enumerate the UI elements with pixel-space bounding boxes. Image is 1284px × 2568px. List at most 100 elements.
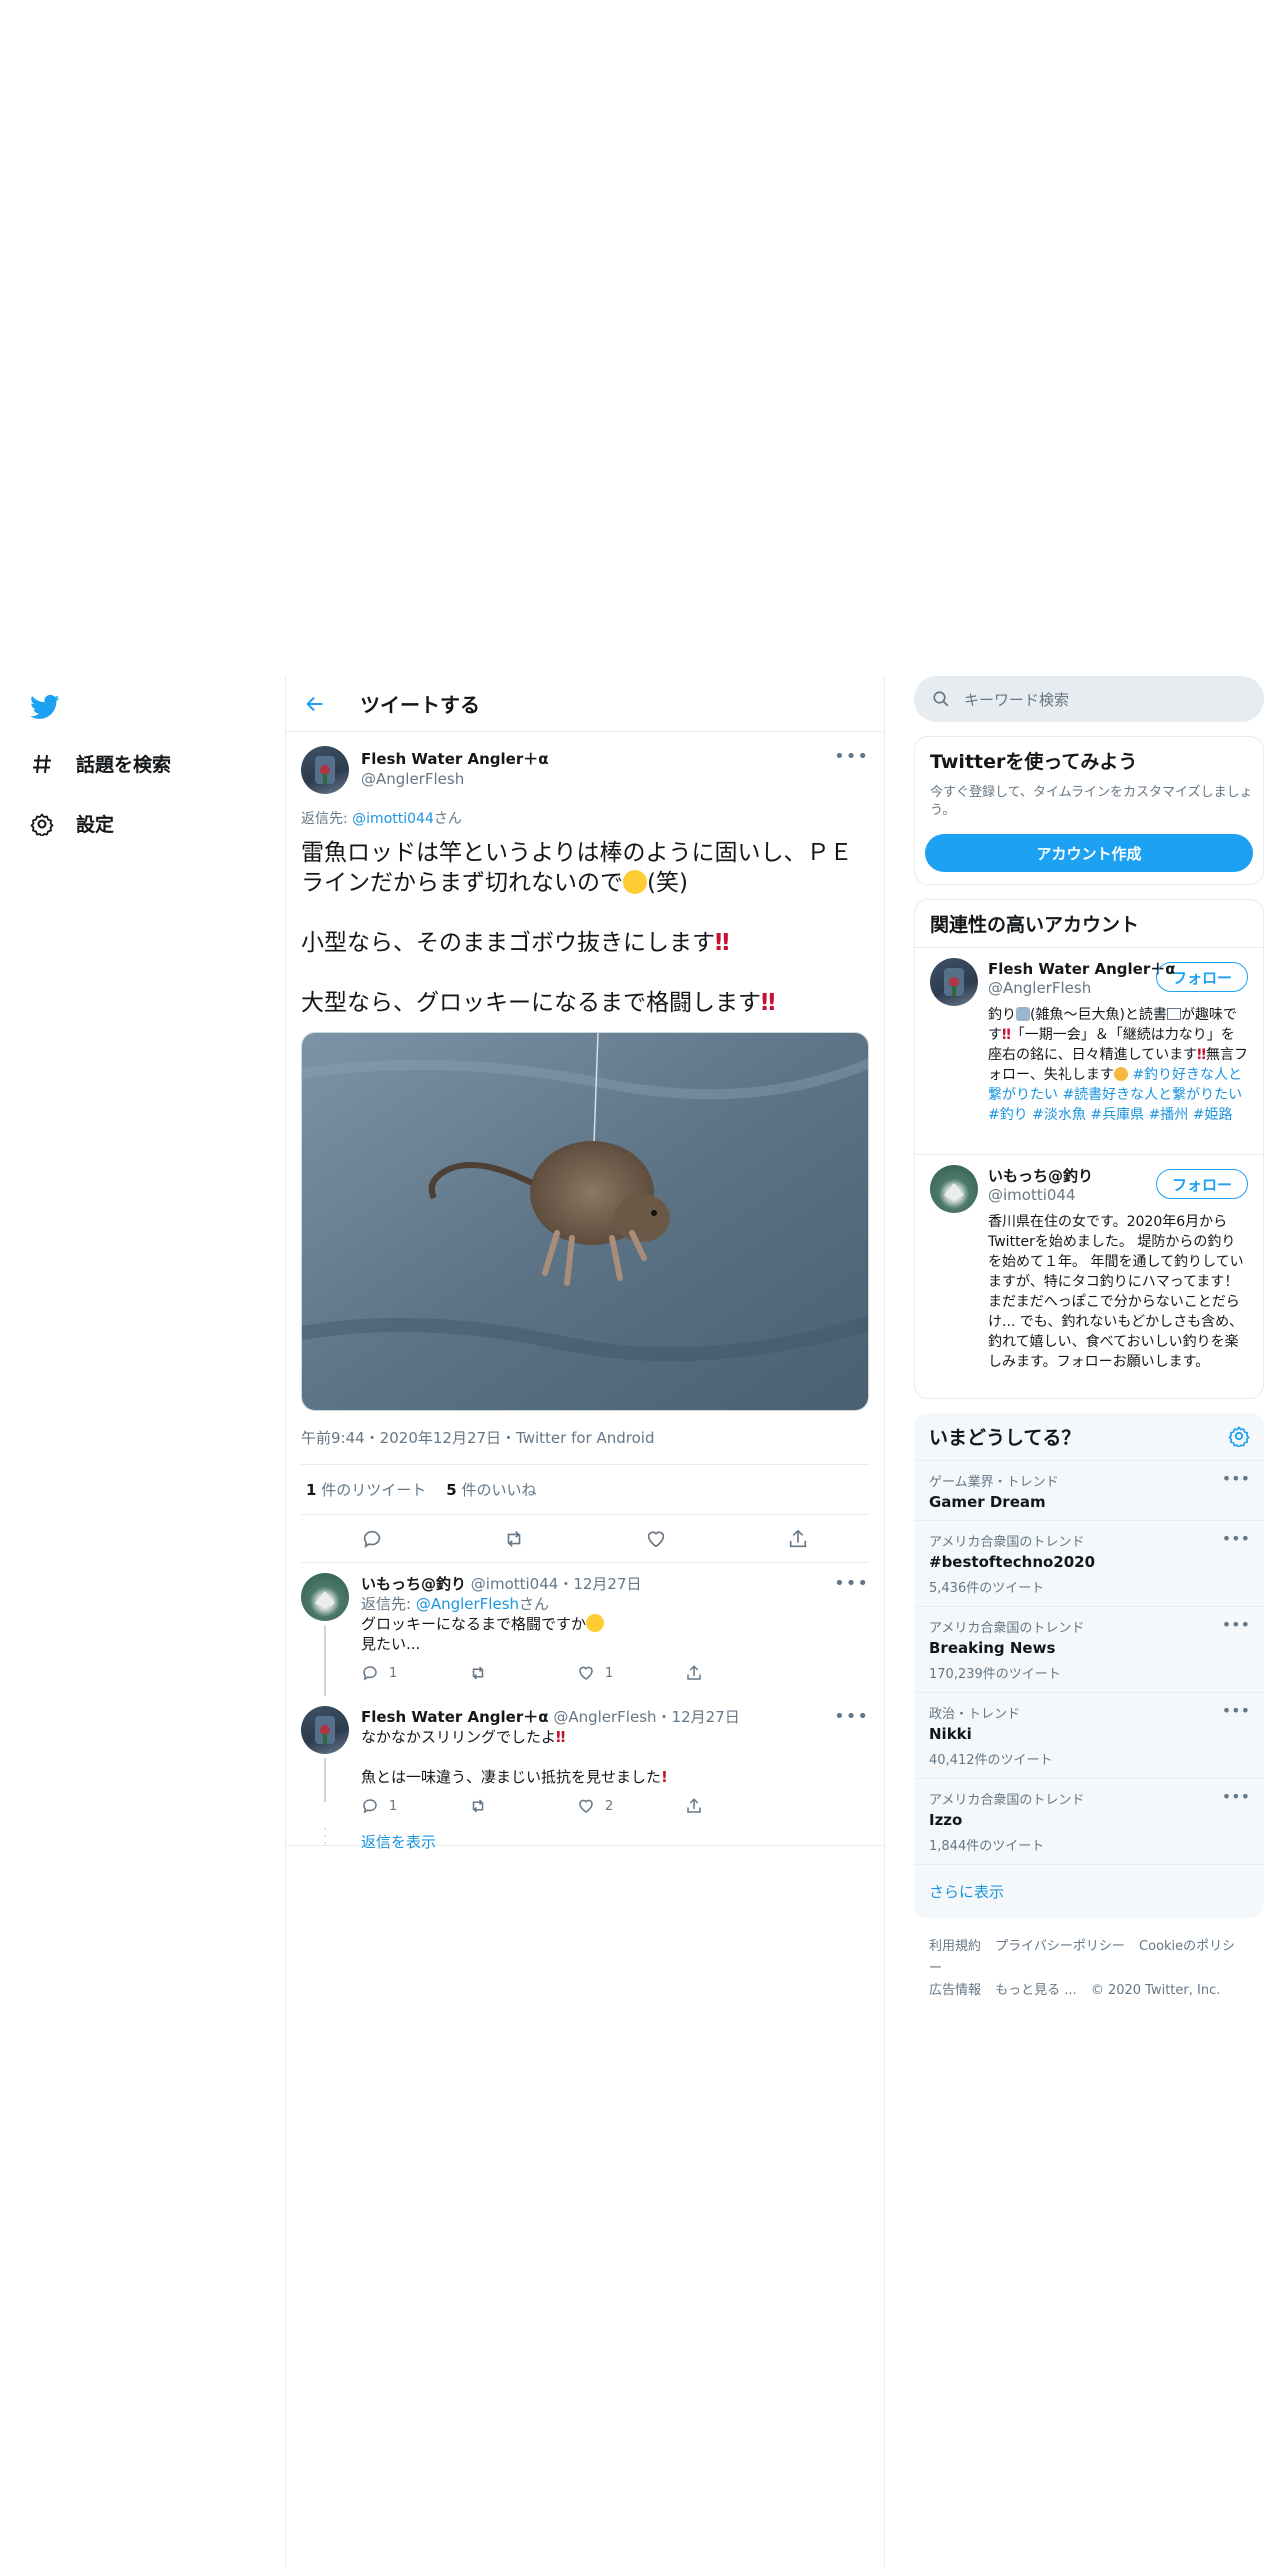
author-name[interactable]: Flesh Water Angler＋α	[361, 748, 549, 769]
trend-item[interactable]: ゲーム業界・トレンド Gamer Dream •••	[914, 1460, 1264, 1520]
reply-author-handle[interactable]: @imotti044	[471, 1575, 559, 1593]
more-icon[interactable]: •••	[1222, 1787, 1250, 1806]
footer-link[interactable]: 広告情報	[929, 1983, 981, 1998]
search-input[interactable]: キーワード検索	[964, 689, 1069, 710]
footer-link[interactable]: 利用規約	[929, 1939, 981, 1954]
like-count[interactable]: 5 件のいいね	[446, 1479, 536, 1500]
trend-item[interactable]: アメリカ合衆国のトレンド Breaking News 170,239件のツイート…	[914, 1606, 1264, 1692]
reply-author-handle[interactable]: @AnglerFlesh	[553, 1708, 656, 1726]
related-account[interactable]: Flesh Water Angler＋α @AnglerFlesh 釣り (雑魚～…	[915, 947, 1263, 1154]
tweet-author: Flesh Water Angler＋α @AnglerFlesh •••	[301, 746, 869, 798]
follow-button[interactable]: フォロー	[1156, 1169, 1248, 1199]
nav-settings[interactable]: 設定	[30, 810, 114, 837]
avatar-image	[315, 1716, 335, 1744]
search-box[interactable]: キーワード検索	[914, 676, 1264, 722]
avatar[interactable]	[930, 1165, 978, 1213]
like-button[interactable]: 2	[577, 1797, 685, 1815]
double-exclamation-icon: ‼	[715, 930, 730, 956]
nav-explore-label: 話題を検索	[76, 754, 172, 776]
author-handle[interactable]: @AnglerFlesh	[361, 770, 549, 788]
tweet-line-1a: 雷魚ロッドは竿というよりは棒のように固いし、ＰＥラインだからまず切れないので	[301, 840, 853, 896]
follow-button[interactable]: フォロー	[1156, 962, 1248, 992]
create-account-button[interactable]: アカウント作成	[925, 834, 1253, 872]
reply-to-link[interactable]: @imotti044	[352, 811, 434, 827]
reply-actions: 1 1	[361, 1664, 869, 1682]
more-icon[interactable]: •••	[1222, 1701, 1250, 1720]
reply-tweet[interactable]: いもっち@釣り @imotti044・12月27日 返信先: @AnglerFl…	[286, 1563, 884, 1696]
reply-actions: 1 2	[361, 1797, 869, 1815]
nav-settings-label: 設定	[76, 814, 115, 836]
tweet-timestamp[interactable]: 午前9:44・2020年12月27日・Twitter for Android	[301, 1427, 869, 1465]
tweet-photo[interactable]	[301, 1032, 869, 1411]
retweet-button[interactable]	[469, 1797, 577, 1815]
share-icon	[687, 1665, 701, 1680]
twitter-bird-icon[interactable]	[28, 692, 62, 722]
avatar[interactable]	[301, 746, 349, 794]
more-icon[interactable]: •••	[834, 1573, 869, 1594]
trend-item[interactable]: アメリカ合衆国のトレンド Izzo 1,844件のツイート •••	[914, 1778, 1264, 1864]
reply-icon[interactable]	[361, 1528, 383, 1550]
retweet-count[interactable]: 1 件のリツイート	[306, 1479, 426, 1500]
like-icon[interactable]	[645, 1528, 667, 1550]
footer-link[interactable]: プライバシーポリシー	[995, 1939, 1125, 1954]
trends-card: いまどうしてる？ ゲーム業界・トレンド Gamer Dream ••• アメリカ…	[914, 1413, 1264, 1918]
retweet-icon[interactable]	[503, 1528, 525, 1550]
bowing-emoji-icon	[1113, 1067, 1128, 1081]
thread-line	[324, 1758, 326, 1802]
reply-header: いもっち@釣り @imotti044・12月27日	[361, 1575, 642, 1593]
trend-context: アメリカ合衆国のトレンド	[929, 1621, 1085, 1636]
trends-show-more-link[interactable]: さらに表示	[914, 1864, 1264, 1918]
related-account[interactable]: いもっち@釣り @imotti044 香川県在住の女です。2020年6月からTw…	[915, 1154, 1263, 1398]
reply-text: なかなかスリリングでしたよ‼ 魚とは一味違う、凄まじい抵抗を見せました!	[361, 1728, 668, 1786]
like-button[interactable]: 1	[577, 1664, 685, 1682]
retweet-button[interactable]	[469, 1664, 577, 1682]
app: 話題を検索 設定 ツイートする Flesh Water Angler＋α @An…	[0, 0, 1284, 2568]
page-header: ツイートする	[286, 676, 884, 732]
reply-author-name[interactable]: いもっち@釣り	[361, 1575, 466, 1593]
avatar-image	[944, 1183, 964, 1201]
more-icon[interactable]: •••	[1222, 1469, 1250, 1488]
share-button[interactable]	[685, 1797, 793, 1815]
avatar[interactable]	[301, 1706, 349, 1754]
gear-icon	[30, 813, 54, 836]
trend-count: 170,239件のツイート	[929, 1667, 1061, 1682]
nav-explore[interactable]: 話題を検索	[30, 750, 171, 777]
back-arrow-icon[interactable]	[304, 693, 326, 715]
trend-item[interactable]: アメリカ合衆国のトレンド #bestoftechno2020 5,436件のツイ…	[914, 1520, 1264, 1606]
reply-button[interactable]: 1	[361, 1797, 469, 1815]
more-icon[interactable]: •••	[834, 1706, 869, 1727]
share-icon[interactable]	[787, 1528, 809, 1550]
reply-to: 返信先: @imotti044さん	[301, 808, 869, 828]
share-button[interactable]	[685, 1664, 793, 1682]
more-icon[interactable]: •••	[834, 746, 869, 767]
trend-context: 政治・トレンド	[929, 1707, 1021, 1722]
related-bio: 香川県在住の女です。2020年6月からTwitterを始めました。 堤防からの釣…	[988, 1214, 1244, 1370]
avatar[interactable]	[301, 1573, 349, 1621]
reply-header: Flesh Water Angler＋α @AnglerFlesh・12月27日	[361, 1708, 740, 1726]
avatar-image	[944, 968, 964, 996]
reply-author-name[interactable]: Flesh Water Angler＋α	[361, 1708, 549, 1726]
copyright: © 2020 Twitter, Inc.	[1090, 1983, 1221, 1998]
footer: 利用規約 プライバシーポリシー Cookieのポリシー 広告情報 もっと見る .…	[914, 1918, 1264, 2020]
settings-gear-icon[interactable]	[1228, 1425, 1250, 1447]
reply-button[interactable]: 1	[361, 1664, 469, 1682]
signup-title: Twitterを使ってみよう	[930, 751, 1138, 773]
page-title: ツイートする	[360, 693, 480, 717]
reply-to-link[interactable]: @AnglerFlesh	[416, 1595, 519, 1613]
fishing-pole-icon	[1016, 1007, 1030, 1021]
footer-link[interactable]: もっと見る ...	[995, 1983, 1077, 1998]
more-icon[interactable]: •••	[1222, 1615, 1250, 1634]
trend-item[interactable]: 政治・トレンド Nikki 40,412件のツイート •••	[914, 1692, 1264, 1778]
more-icon[interactable]: •••	[1222, 1529, 1250, 1548]
double-exclamation-icon: ‼	[556, 1728, 566, 1746]
trend-name: Gamer Dream	[929, 1493, 1046, 1511]
exclamation-icon: !	[661, 1768, 668, 1786]
reply-tweet[interactable]: Flesh Water Angler＋α @AnglerFlesh・12月27日…	[286, 1696, 884, 1851]
show-replies-link[interactable]: 返信を表示	[361, 1833, 436, 1851]
tweet-stats: 1 件のリツイート 5 件のいいね	[301, 1465, 869, 1515]
trend-context: ゲーム業界・トレンド	[929, 1475, 1059, 1490]
trend-count: 40,412件のツイート	[929, 1753, 1053, 1768]
avatar[interactable]	[930, 958, 978, 1006]
reply-date[interactable]: 12月27日	[573, 1575, 641, 1593]
reply-date[interactable]: 12月27日	[672, 1708, 740, 1726]
